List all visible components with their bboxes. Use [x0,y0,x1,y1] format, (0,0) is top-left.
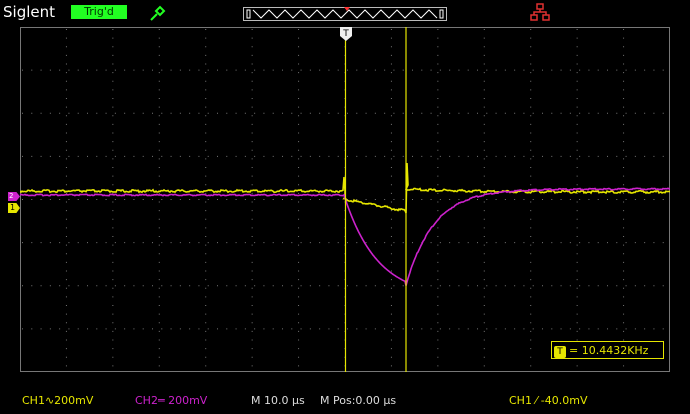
frequency-icon: T [554,346,566,358]
ch1-scale[interactable]: CH1∿200mV [22,394,93,407]
trigger-position-marker[interactable]: T [340,27,352,41]
memory-depth-bar [243,7,447,21]
trigger-readout[interactable]: CH1 ⁄ -40.0mV [509,394,587,407]
ch2-scale[interactable]: CH2═ 200mV [135,394,207,407]
bottom-status-bar: CH1∿200mV CH2═ 200mV M 10.0 µs M Pos:0.0… [0,390,690,414]
timebase-readout[interactable]: M 10.0 µs [251,394,305,407]
waveform-display[interactable]: T [20,27,670,372]
probe-icon [150,5,166,21]
ch2-level-label: 2 [9,192,14,200]
trigger-status-badge: Trig'd [71,5,127,19]
graticule [22,29,664,367]
horizontal-position[interactable]: M Pos:0.00 µs [320,394,396,407]
frequency-readout: T = 10.4432KHz [551,341,664,359]
brand-label: Siglent [3,3,55,21]
frequency-value: = 10.4432KHz [569,344,649,357]
ch1-level-label: 1 [10,203,16,212]
top-status-bar: Siglent Trig'd [0,0,690,26]
ch1-level-marker[interactable]: 1 [8,203,20,213]
network-icon [530,3,550,21]
trigger-position-label: T [342,29,349,39]
ch2-level-marker[interactable]: 2 [8,192,20,201]
